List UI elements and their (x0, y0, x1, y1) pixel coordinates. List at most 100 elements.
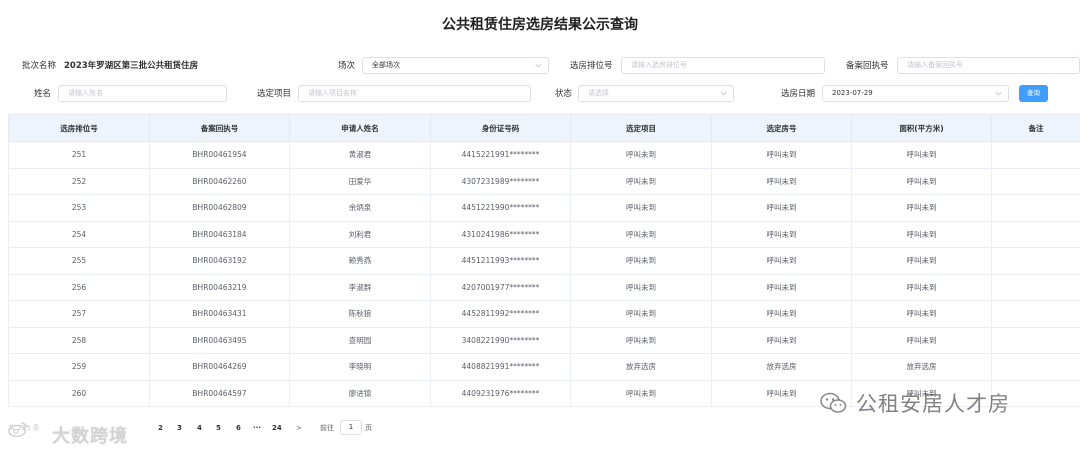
room-cell: 呼叫未到 (711, 247, 852, 275)
page-button[interactable]: 5 (216, 420, 221, 436)
name-cell: 黄淑君 (289, 141, 431, 169)
id-cell: 4307231989******** (430, 167, 571, 195)
receipt-cell: BHR00464597 (149, 379, 290, 407)
page-button[interactable]: 2 (158, 420, 163, 436)
project-cell: 呼叫未到 (570, 326, 712, 354)
table-row: 252 BHR00462260 田爱华 4307231989******** 呼… (8, 167, 1080, 195)
table-row: 251 BHR00461954 黄淑君 4415221991******** 呼… (8, 141, 1080, 169)
rank-input[interactable]: 请输入选房排位号 (621, 57, 825, 74)
area-cell: 呼叫未到 (851, 167, 992, 195)
room-cell: 呼叫未到 (711, 273, 852, 301)
page-title: 公共租赁住房选房结果公示查询 (442, 17, 638, 33)
area-cell: 呼叫未到 (851, 300, 992, 328)
name-cell: 李淑群 (289, 273, 431, 301)
watermark-right: 公租安居人才房 (856, 392, 1010, 416)
receipt-cell: BHR00464269 (149, 353, 290, 381)
chevron-down-icon (720, 91, 727, 96)
date-select[interactable]: 2023-07-29 (822, 85, 1009, 102)
weibo-icon (8, 422, 27, 437)
batch-label: 批次名称 (22, 61, 57, 71)
project-cell: 呼叫未到 (570, 220, 712, 248)
rank-cell: 252 (8, 167, 150, 195)
remark-cell (991, 220, 1080, 248)
name-cell: 赖秀燕 (289, 247, 431, 275)
results-table: 选房排位号 备案回执号 申请人姓名 身份证号码 选定项目 选定房号 面积(平方米… (8, 114, 1080, 407)
room-cell: 呼叫未到 (711, 141, 852, 169)
rank-cell: 256 (8, 273, 150, 301)
table-row: 258 BHR00463495 查明园 3408221990******** 呼… (8, 326, 1080, 354)
page-button[interactable]: 3 (177, 420, 182, 436)
name-cell: 查明园 (289, 326, 431, 354)
project-cell: 呼叫未到 (570, 300, 712, 328)
id-cell: 4451211993******** (430, 247, 571, 275)
rank-label: 选房排位号 (570, 61, 613, 71)
receipt-label: 备案回执号 (846, 61, 889, 71)
name-cell: 余炳泉 (289, 194, 431, 222)
rank-cell: 254 (8, 220, 150, 248)
rank-cell: 258 (8, 326, 150, 354)
table-row: 259 BHR00464269 李晓明 4408821991******** 放… (8, 353, 1080, 381)
column-header[interactable]: 身份证号码 (430, 114, 571, 142)
remark-cell (991, 247, 1080, 275)
goto-suffix: 页 (365, 424, 372, 432)
room-cell: 放弃选房 (711, 353, 852, 381)
project-cell: 呼叫未到 (570, 141, 712, 169)
area-cell: 呼叫未到 (851, 194, 992, 222)
column-header[interactable]: 备注 (991, 114, 1080, 142)
name-input[interactable]: 请输入姓名 (58, 85, 227, 102)
name-label: 姓名 (34, 89, 52, 99)
date-select-value: 2023-07-29 (832, 89, 873, 97)
rank-cell: 255 (8, 247, 150, 275)
goto-page-input[interactable]: 1 (340, 420, 362, 435)
search-button[interactable]: 查询 (1019, 85, 1048, 102)
column-header[interactable]: 选定项目 (570, 114, 712, 142)
name-cell: 廖进锦 (289, 379, 431, 407)
column-header[interactable]: 选房排位号 (8, 114, 150, 142)
page-ellipsis[interactable]: ··· (253, 420, 261, 436)
page-button[interactable]: 24 (272, 420, 282, 436)
watermark-left: 大数跨境 (52, 426, 128, 447)
receipt-cell: BHR00463184 (149, 220, 290, 248)
session-select[interactable]: 全部场次 (362, 57, 549, 74)
table-row: 255 BHR00463192 赖秀燕 4451211993******** 呼… (8, 247, 1080, 275)
id-cell: 3408221990******** (430, 326, 571, 354)
remark-cell (991, 167, 1080, 195)
receipt-input[interactable]: 请输入备案回执号 (897, 57, 1080, 74)
area-cell: 呼叫未到 (851, 247, 992, 275)
session-label: 场次 (338, 61, 356, 71)
table-row: 256 BHR00463219 李淑群 4207001977******** 呼… (8, 273, 1080, 301)
wechat-icon (820, 392, 847, 413)
column-header[interactable]: 备案回执号 (149, 114, 290, 142)
table-row: 253 BHR00462809 余炳泉 4451221990******** 呼… (8, 194, 1080, 222)
id-cell: 4408821991******** (430, 353, 571, 381)
area-cell: 呼叫未到 (851, 141, 992, 169)
project-cell: 呼叫未到 (570, 379, 712, 407)
project-label: 选定项目 (257, 89, 292, 99)
project-cell: 呼叫未到 (570, 247, 712, 275)
table-row: 254 BHR00463184 刘利君 4310241986******** 呼… (8, 220, 1080, 248)
room-cell: 呼叫未到 (711, 300, 852, 328)
page-button[interactable]: 4 (197, 420, 202, 436)
column-header[interactable]: 选定房号 (711, 114, 852, 142)
room-cell: 呼叫未到 (711, 220, 852, 248)
batch-value: 2023年罗湖区第三批公共租赁住房 (64, 61, 199, 71)
area-cell: 呼叫未到 (851, 273, 992, 301)
area-cell: 呼叫未到 (851, 326, 992, 354)
id-cell: 4451221990******** (430, 194, 571, 222)
status-select[interactable]: 请选择 (578, 85, 734, 102)
receipt-cell: BHR00463495 (149, 326, 290, 354)
id-cell: 4409231976******** (430, 379, 571, 407)
table-row: 257 BHR00463431 陈秋狼 4452811992******** 呼… (8, 300, 1080, 328)
rank-cell: 257 (8, 300, 150, 328)
column-header[interactable]: 申请人姓名 (289, 114, 431, 142)
project-input[interactable]: 请输入项目名称 (298, 85, 531, 102)
name-cell: 李晓明 (289, 353, 431, 381)
next-page-button[interactable]: > (296, 420, 302, 436)
project-cell: 呼叫未到 (570, 194, 712, 222)
name-cell: 陈秋狼 (289, 300, 431, 328)
room-cell: 呼叫未到 (711, 326, 852, 354)
column-header[interactable]: 面积(平方米) (851, 114, 992, 142)
page-button[interactable]: 6 (236, 420, 241, 436)
project-cell: 放弃选房 (570, 353, 712, 381)
remark-cell (991, 273, 1080, 301)
